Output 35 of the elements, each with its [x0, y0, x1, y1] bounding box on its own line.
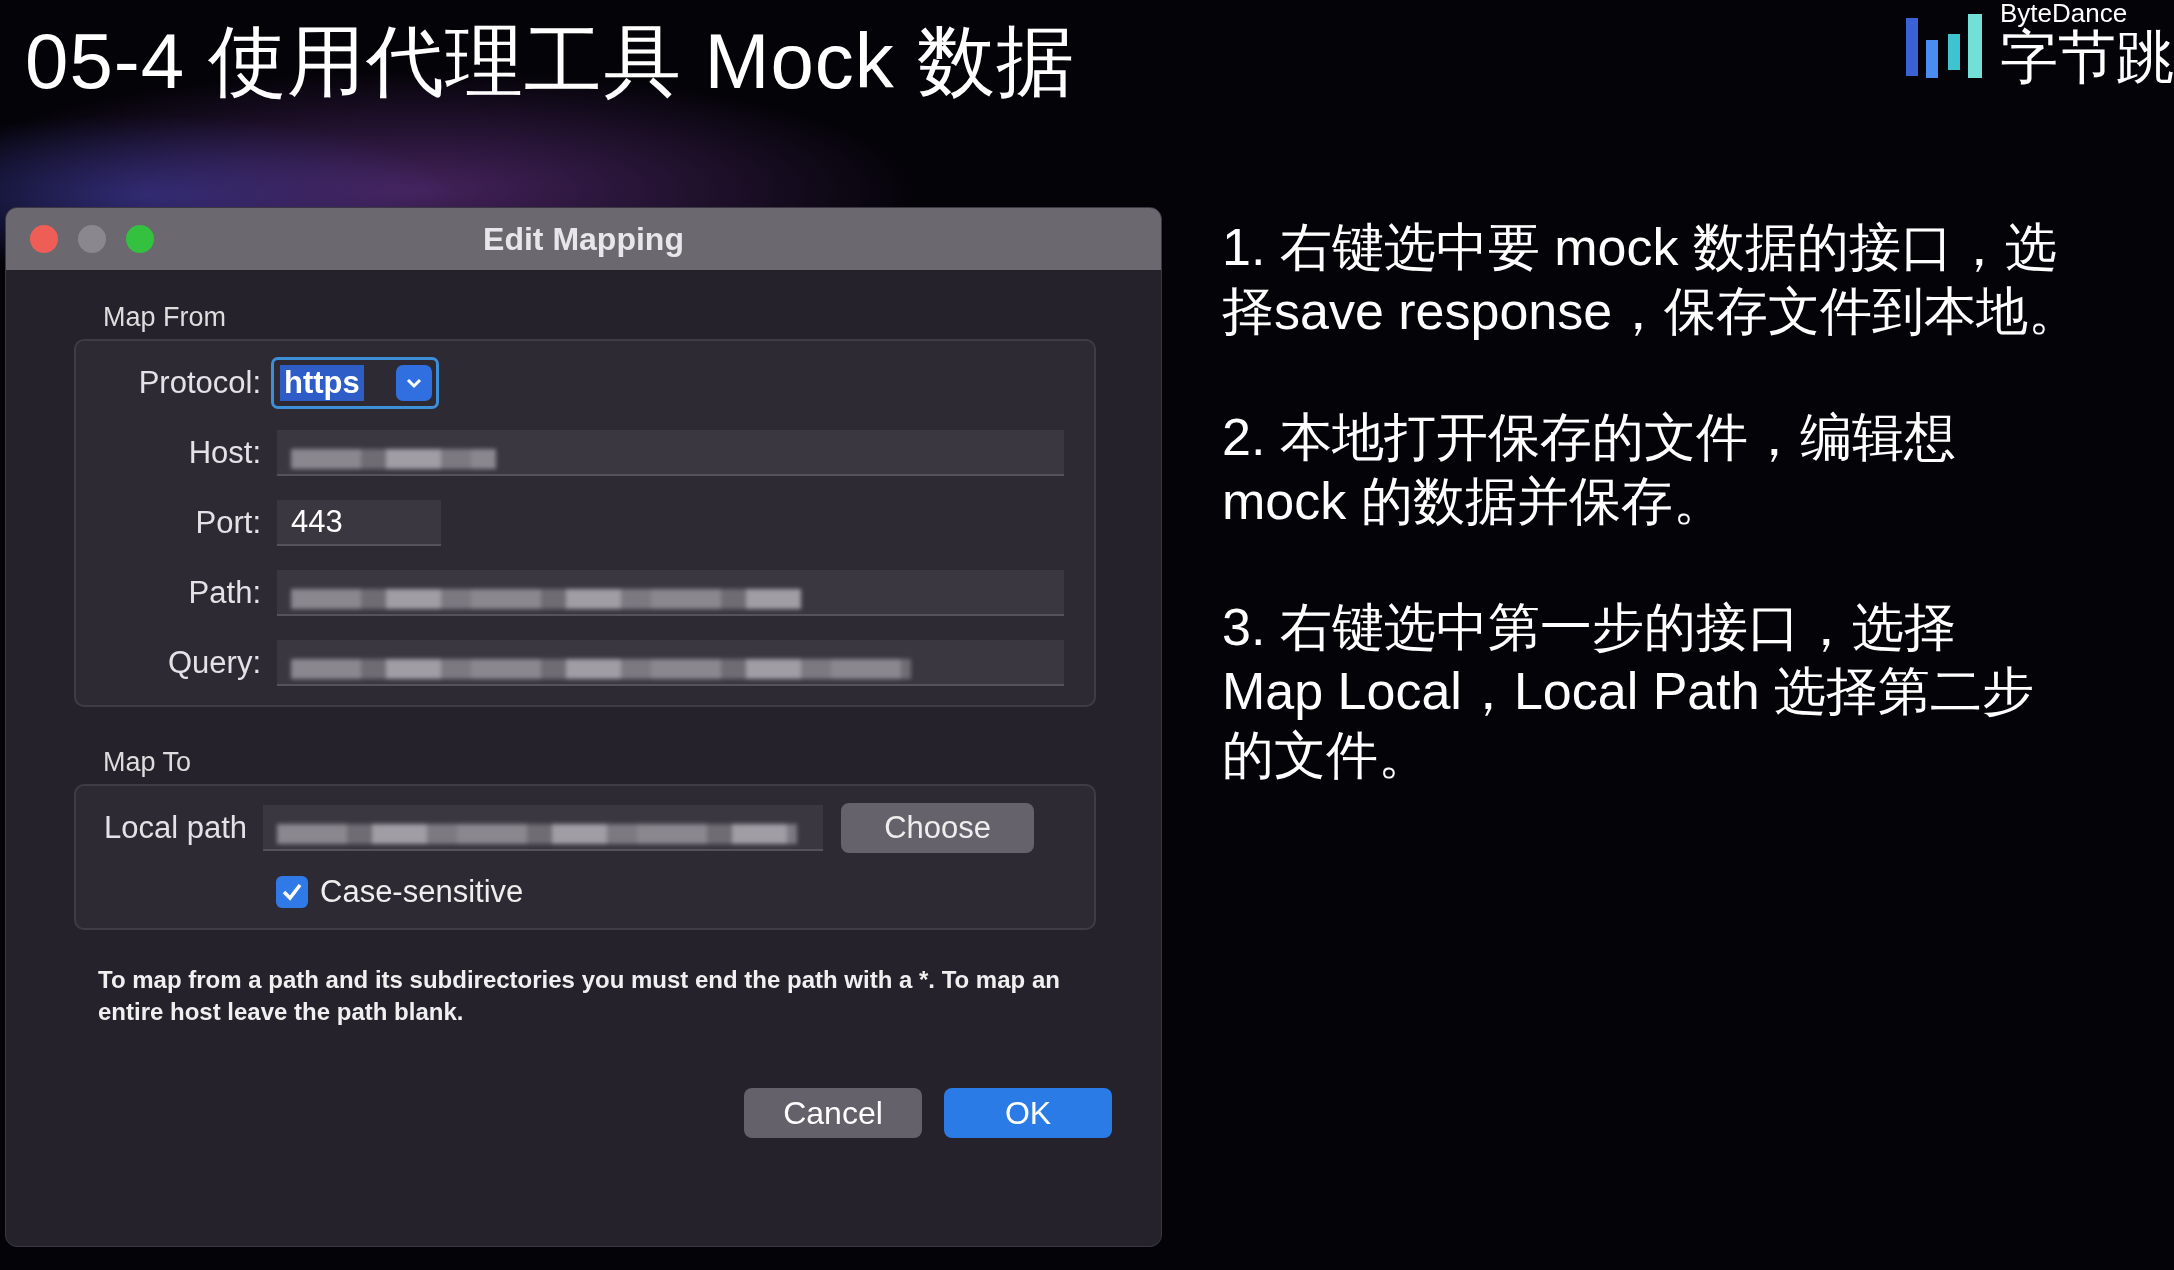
field-label: Path: — [187, 575, 262, 611]
choose-button[interactable]: Choose — [841, 803, 1035, 853]
step-text: 3. 右键选中第一步的接口，选择 — [1222, 597, 1957, 658]
cancel-button[interactable]: Cancel — [744, 1088, 922, 1138]
input-field[interactable]: 443 — [277, 500, 441, 546]
input-field[interactable] — [277, 640, 1064, 686]
chevron-down-icon — [405, 377, 423, 389]
help-text: To map from a path and its subdirectories you must end the path with a *. To map an entire host leave the path blank. — [98, 965, 1061, 1027]
ok-button[interactable]: OK — [944, 1088, 1112, 1138]
step-text: Map Local，Local Path 选择第二步 — [1222, 661, 2036, 722]
field-label: Host: — [187, 435, 262, 471]
step-text: mock 的数据并保存。 — [1222, 471, 1726, 532]
logo-name: 字节跳 — [2000, 26, 2174, 88]
step-text: 2. 本地打开保存的文件，编辑想 — [1222, 407, 1957, 468]
checkbox[interactable] — [276, 876, 308, 908]
input-field[interactable] — [263, 805, 824, 851]
checkmark-icon — [281, 882, 303, 902]
slide-title: 05-4 使用代理工具 Mock 数据 — [25, 16, 1076, 107]
field-label: Port: — [194, 505, 262, 541]
checkbox-label: Case-sensitive — [320, 874, 524, 910]
step-text: 1. 右键选中要 mock 数据的接口，选 — [1222, 217, 2058, 278]
field-label: Protocol: — [137, 365, 262, 401]
group-label: Map From — [103, 302, 228, 333]
window-title: Edit Mapping — [483, 220, 684, 258]
protocol-select[interactable]: https — [271, 357, 439, 409]
logo-wordmark: ByteDance — [2000, 0, 2129, 26]
step-text: 的文件。 — [1222, 725, 1431, 786]
group-label: Map To — [103, 747, 193, 778]
step-text: 择save response，保存文件到本地。 — [1222, 281, 2081, 342]
field-label: Query: — [166, 645, 262, 681]
field-label: Local path — [104, 810, 249, 846]
selected-value: https — [280, 365, 364, 401]
input-field[interactable] — [277, 570, 1064, 616]
input-field[interactable] — [277, 430, 1064, 476]
maximize-icon[interactable] — [126, 225, 154, 253]
